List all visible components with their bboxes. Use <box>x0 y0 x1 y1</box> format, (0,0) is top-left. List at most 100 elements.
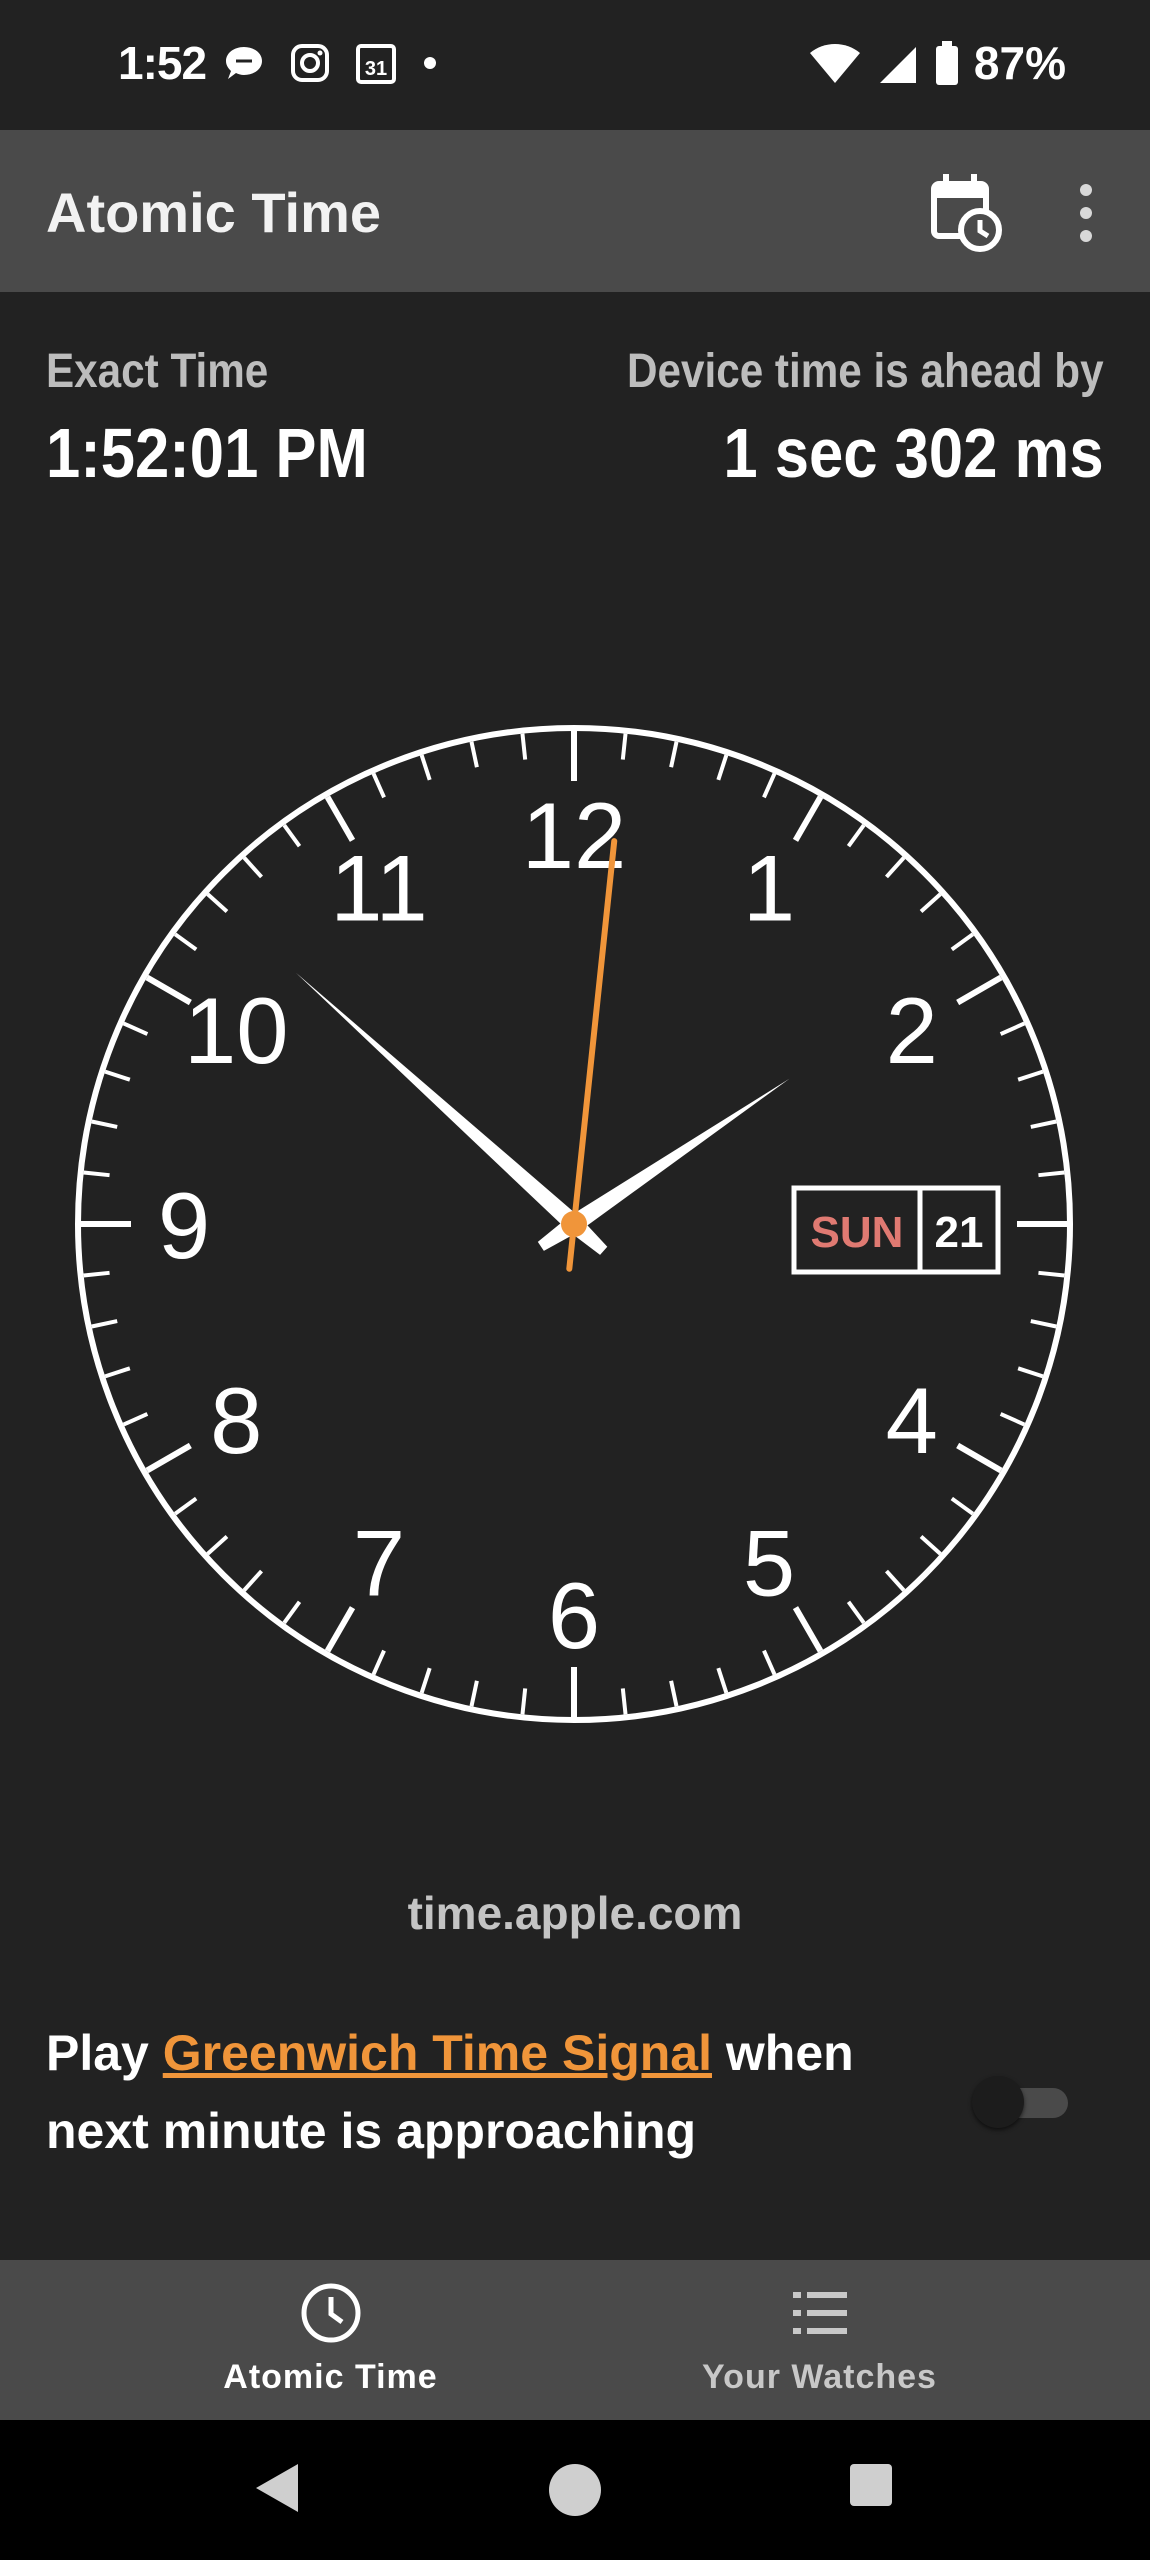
time-server: time.apple.com <box>407 1887 743 1939</box>
minute-tick <box>520 1688 528 1715</box>
greenwich-signal-link[interactable]: Greenwich Time Signal <box>163 2025 712 2081</box>
recents-icon[interactable] <box>848 2462 894 2508</box>
minute-tick <box>919 1534 942 1556</box>
exact-time-block: Exact Time 1:52:01 PM <box>46 344 412 493</box>
clock-numeral: 5 <box>743 1511 795 1616</box>
wifi-icon <box>809 44 860 83</box>
minute-tick <box>950 932 975 952</box>
minute-tick <box>91 1119 118 1129</box>
time-signal-toggle[interactable] <box>972 2076 1072 2128</box>
system-navigation-bar <box>0 2420 1150 2560</box>
minute-tick <box>999 1412 1026 1427</box>
minute-tick <box>520 733 528 760</box>
notification-icons: 31 <box>222 40 440 86</box>
hour-tick <box>792 1606 824 1653</box>
minute-tick <box>762 772 777 799</box>
home-icon[interactable] <box>545 2460 605 2520</box>
minute-tick <box>1038 1270 1065 1278</box>
bottom-navigation: Atomic Time Your Watches <box>0 2260 1150 2420</box>
back-icon[interactable] <box>252 2460 302 2516</box>
battery-icon <box>935 41 958 85</box>
clock-numeral: 6 <box>548 1563 600 1668</box>
minute-tick <box>620 1688 628 1715</box>
more-options-button[interactable] <box>1060 180 1112 246</box>
hour-tick <box>956 1442 1003 1474</box>
time-signal-description: Play Greenwich Time Signal when next min… <box>46 2014 886 2170</box>
calendar-clock-icon <box>931 174 1002 252</box>
minute-hand <box>295 972 608 1255</box>
svg-text:31: 31 <box>365 58 387 80</box>
system-status: 87% <box>808 36 1066 90</box>
minute-tick <box>999 1021 1026 1036</box>
status-bar: 1:52 31 87% <box>0 0 1150 130</box>
minute-tick <box>669 741 679 768</box>
minute-tick <box>83 1270 110 1278</box>
clock-numeral: 9 <box>158 1173 210 1278</box>
clock-numeral: 1 <box>743 835 795 940</box>
hour-tick <box>956 974 1003 1006</box>
minute-tick <box>282 823 302 848</box>
minute-tick <box>104 1366 131 1379</box>
nav-label: Your Watches <box>702 2358 937 2396</box>
app-title: Atomic Time <box>46 181 382 244</box>
minute-tick <box>950 1496 975 1516</box>
minute-tick <box>1017 1366 1044 1379</box>
battery-percent: 87% <box>973 37 1066 89</box>
clock-center-pin <box>561 1211 587 1237</box>
minute-tick <box>884 856 906 879</box>
minute-tick <box>716 754 729 781</box>
minute-tick <box>206 1534 229 1556</box>
minute-tick <box>104 1069 131 1082</box>
minute-tick <box>1017 1069 1044 1082</box>
nav-your-watches[interactable]: Your Watches <box>532 2260 1107 2420</box>
clock-numeral: 11 <box>330 835 428 940</box>
minute-tick <box>242 1569 264 1592</box>
exact-time-value: 1:52:01 PM <box>46 414 368 492</box>
offset-value: 1 sec 302 ms <box>723 414 1104 492</box>
minute-tick <box>846 1600 866 1625</box>
instagram-icon <box>291 44 329 82</box>
minute-tick <box>716 1667 729 1694</box>
clock-numeral: 8 <box>210 1368 262 1473</box>
toggle-thumb <box>972 2076 1024 2128</box>
clock-numeral: 4 <box>886 1368 938 1473</box>
more-vert-icon <box>1080 184 1092 242</box>
clock-numeral: 2 <box>886 978 938 1083</box>
minute-tick <box>173 1496 198 1516</box>
signal-icon <box>879 47 916 83</box>
clock-numeral: 7 <box>353 1511 405 1616</box>
minute-tick <box>91 1319 118 1329</box>
minute-tick <box>669 1680 679 1707</box>
date-window: SUN 21 <box>791 1185 1001 1275</box>
minute-tick <box>122 1021 149 1036</box>
offset-block: Device time is ahead by 1 sec 302 ms <box>562 344 1104 493</box>
minute-tick <box>282 1600 302 1625</box>
signal-prefix: Play <box>46 2025 163 2081</box>
analog-clock: 1 2 1 2 45 6 789 10 11 SUN 21 <box>75 725 1073 1723</box>
minute-tick <box>371 1649 386 1676</box>
calendar-31-icon: 31 <box>356 44 396 84</box>
date-day-name: SUN <box>811 1208 904 1257</box>
minute-tick <box>1030 1319 1057 1329</box>
minute-tick <box>884 1569 906 1592</box>
exact-time-label: Exact Time <box>46 345 269 398</box>
minute-tick <box>469 1680 479 1707</box>
calendar-clock-button[interactable] <box>928 172 1004 252</box>
status-time: 1:52 <box>118 37 207 89</box>
hour-tick <box>792 795 824 842</box>
minute-tick <box>919 892 942 914</box>
minute-tick <box>762 1649 777 1676</box>
minute-tick <box>206 892 229 914</box>
dot-icon <box>424 57 436 69</box>
minute-tick <box>620 733 628 760</box>
minute-tick <box>419 754 432 781</box>
list-icon <box>793 2292 847 2334</box>
minute-tick <box>1030 1119 1057 1129</box>
chat-icon <box>226 47 262 79</box>
minute-tick <box>1038 1170 1065 1178</box>
clock-icon <box>301 2283 361 2343</box>
app-bar: Atomic Time <box>0 130 1150 292</box>
minute-tick <box>469 741 479 768</box>
minute-tick <box>419 1667 432 1694</box>
minute-tick <box>371 772 386 799</box>
